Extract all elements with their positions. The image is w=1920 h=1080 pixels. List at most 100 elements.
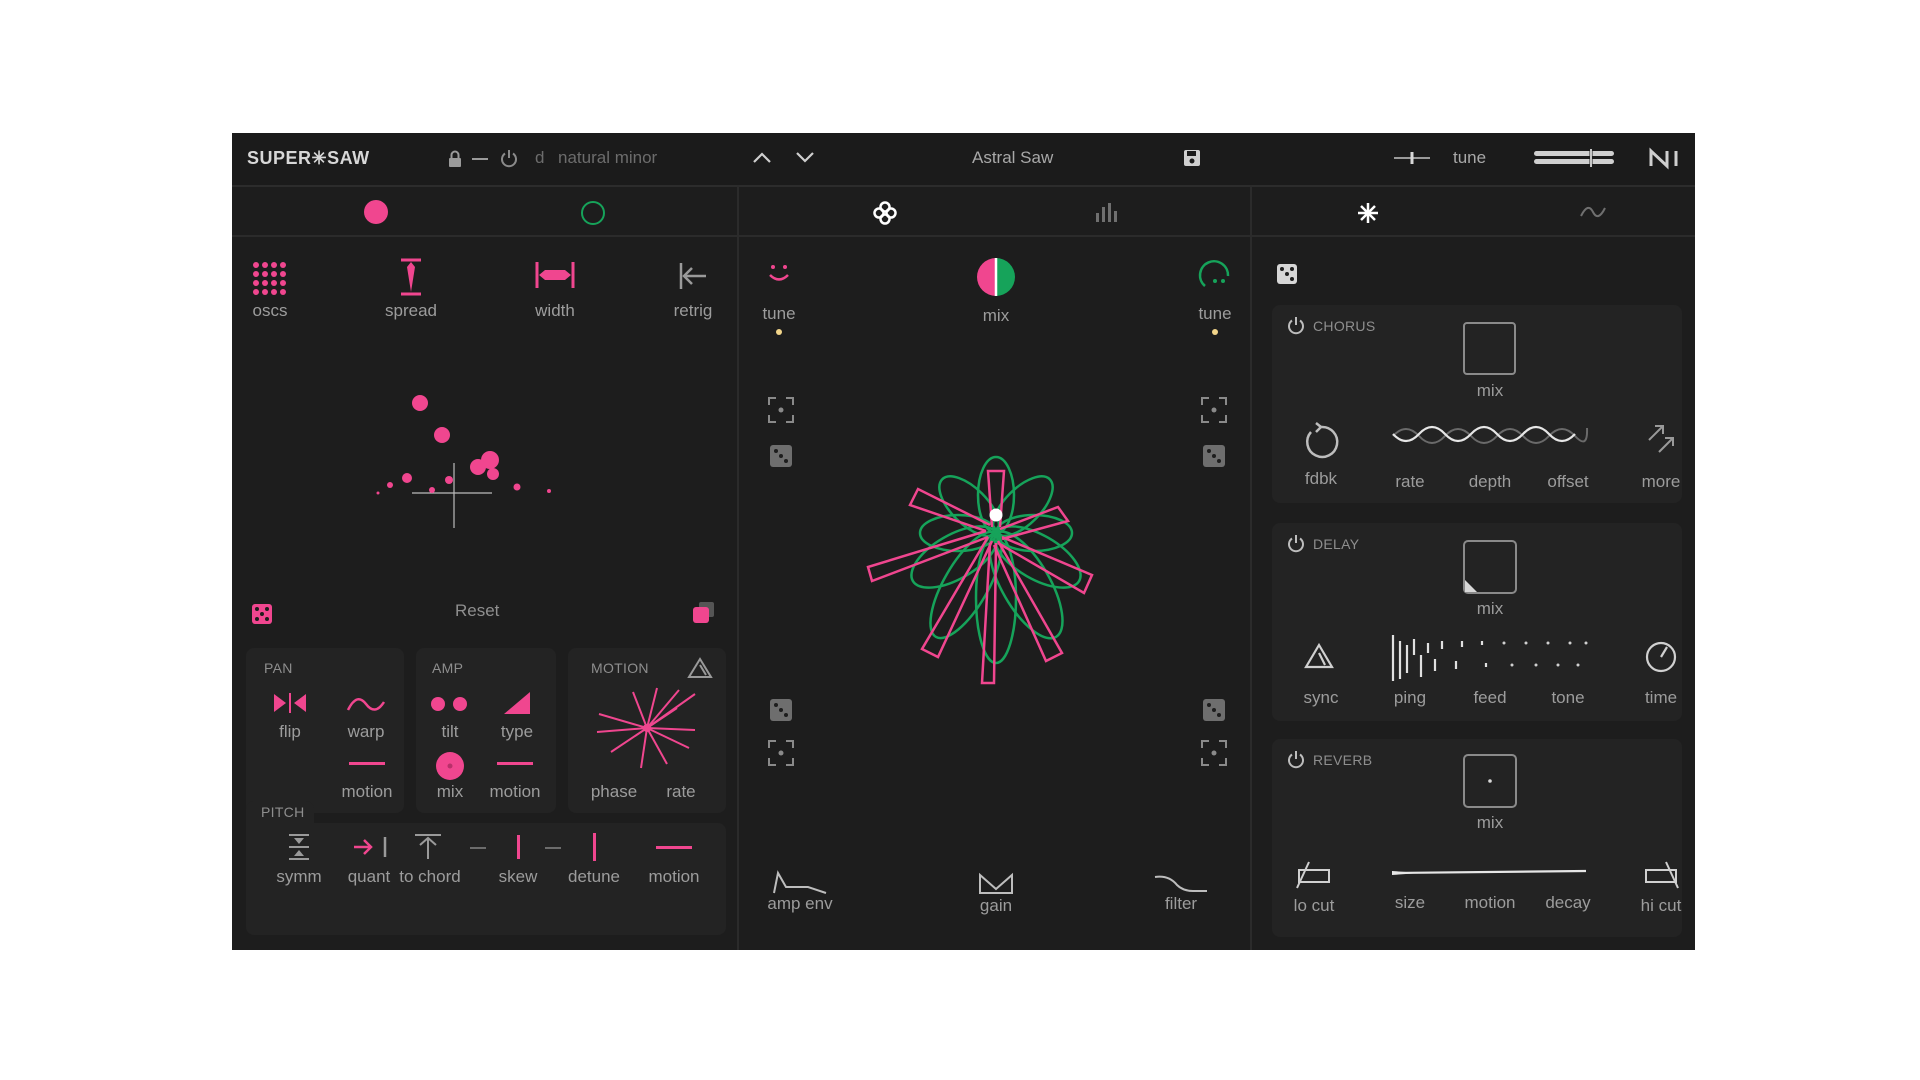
hi-cut-icon[interactable] bbox=[1642, 860, 1680, 890]
symm-icon[interactable] bbox=[286, 833, 312, 861]
sync-icon[interactable] bbox=[1304, 642, 1334, 669]
reset-button[interactable]: Reset bbox=[455, 601, 499, 621]
detune-label: detune bbox=[568, 867, 620, 886]
gain-label: gain bbox=[979, 896, 1013, 915]
tune-slider-icon[interactable] bbox=[1392, 149, 1432, 167]
lfo-wave-tab-icon[interactable] bbox=[1579, 204, 1607, 220]
chorus-wave-display[interactable] bbox=[1391, 420, 1589, 452]
bars-tab-icon[interactable] bbox=[1095, 201, 1117, 223]
sync-label: sync bbox=[1303, 688, 1339, 707]
tune-label: tune bbox=[1453, 148, 1487, 167]
amp-motion-slider[interactable] bbox=[497, 762, 533, 765]
preset-name[interactable]: Astral Saw bbox=[972, 148, 1053, 168]
reverb-size-slider[interactable] bbox=[1390, 866, 1588, 880]
filter-label: filter bbox=[1164, 894, 1198, 913]
flip-icon[interactable] bbox=[272, 691, 308, 715]
tune-left-smile-icon[interactable] bbox=[766, 260, 792, 286]
osc-mix-knob[interactable] bbox=[976, 257, 1016, 297]
warp-icon[interactable] bbox=[346, 694, 386, 714]
effects-asterisk-tab-icon[interactable] bbox=[1357, 202, 1379, 224]
osc-b-tab[interactable] bbox=[580, 200, 606, 226]
quant-icon[interactable] bbox=[352, 835, 392, 859]
oscs-grid-icon[interactable] bbox=[252, 261, 288, 297]
amp-env-icon[interactable] bbox=[772, 869, 828, 895]
tilt-icon[interactable] bbox=[429, 695, 471, 713]
warp-label: warp bbox=[347, 722, 385, 741]
key-select[interactable]: d bbox=[535, 148, 544, 168]
osc-a-tab[interactable] bbox=[363, 199, 389, 225]
preset-down-icon[interactable] bbox=[795, 150, 815, 164]
fx-dice-icon[interactable] bbox=[1276, 263, 1298, 285]
spread-icon[interactable] bbox=[395, 257, 427, 297]
focus-icon[interactable] bbox=[768, 397, 794, 423]
focus-icon[interactable] bbox=[1201, 740, 1227, 766]
time-knob-icon[interactable] bbox=[1645, 641, 1677, 673]
pitch-motion-slider[interactable] bbox=[656, 846, 692, 849]
lo-cut-label: lo cut bbox=[1293, 896, 1335, 915]
lo-cut-icon[interactable] bbox=[1295, 860, 1333, 890]
preset-up-icon[interactable] bbox=[752, 150, 772, 164]
copy-icon[interactable] bbox=[692, 601, 716, 625]
retrig-label: retrig bbox=[673, 301, 713, 320]
chorus-power-icon[interactable] bbox=[1287, 316, 1305, 335]
left-tab-row bbox=[232, 187, 737, 237]
delay-power-icon[interactable] bbox=[1287, 534, 1305, 553]
power-icon[interactable] bbox=[500, 149, 518, 168]
pan-header: PAN bbox=[264, 660, 293, 676]
dice-icon[interactable] bbox=[769, 698, 793, 722]
size-label: size bbox=[1394, 893, 1426, 912]
pan-motion-label: motion bbox=[341, 782, 393, 801]
focus-icon[interactable] bbox=[768, 740, 794, 766]
oscillator-spread-display[interactable] bbox=[376, 353, 582, 553]
retrig-icon[interactable] bbox=[678, 261, 708, 291]
fdbk-knob-icon[interactable] bbox=[1303, 422, 1339, 461]
mix-label: mix bbox=[982, 306, 1010, 325]
flower-tab-icon[interactable] bbox=[872, 200, 898, 226]
pitch-header: PITCH bbox=[261, 804, 305, 820]
skew-slider[interactable] bbox=[517, 835, 520, 859]
dice-icon[interactable] bbox=[769, 444, 793, 468]
motion-shape-icon[interactable] bbox=[687, 657, 713, 679]
tilt-label: tilt bbox=[441, 722, 459, 741]
type-icon[interactable] bbox=[502, 690, 532, 716]
tune-right-dial-icon[interactable] bbox=[1196, 259, 1234, 297]
delay-taps-display[interactable] bbox=[1390, 633, 1590, 683]
detune-slider[interactable] bbox=[593, 833, 596, 861]
focus-icon[interactable] bbox=[1201, 397, 1227, 423]
reverb-mix-knob[interactable] bbox=[1463, 754, 1517, 808]
width-icon[interactable] bbox=[534, 259, 576, 291]
waveform-flower-visualizer[interactable] bbox=[862, 413, 1152, 693]
tune-left-label: tune bbox=[762, 304, 796, 323]
pan-motion-slider[interactable] bbox=[349, 762, 385, 765]
gain-icon[interactable] bbox=[978, 872, 1014, 895]
motion-starburst-display[interactable] bbox=[596, 686, 697, 770]
right-tab-row bbox=[1252, 187, 1695, 237]
tone-label: tone bbox=[1551, 688, 1585, 707]
chorus-mix-knob[interactable] bbox=[1463, 322, 1516, 375]
dice-icon[interactable] bbox=[1202, 444, 1226, 468]
reverb-header: REVERB bbox=[1313, 752, 1373, 768]
amp-header: AMP bbox=[432, 660, 464, 676]
more-arrow-icon[interactable] bbox=[1645, 424, 1677, 456]
scale-dash-icon bbox=[472, 158, 488, 160]
randomize-dice-icon[interactable] bbox=[251, 603, 273, 625]
chorus-offset-label: offset bbox=[1547, 472, 1589, 491]
delay-mix-label: mix bbox=[1476, 599, 1504, 618]
filter-icon[interactable] bbox=[1153, 873, 1209, 893]
delay-mix-knob[interactable] bbox=[1463, 540, 1517, 594]
lock-icon[interactable] bbox=[447, 150, 463, 168]
reverb-mix-label: mix bbox=[1476, 813, 1504, 832]
master-volume-slider[interactable] bbox=[1533, 147, 1615, 169]
scale-select[interactable]: natural minor bbox=[558, 148, 657, 168]
motion-header: MOTION bbox=[591, 660, 649, 676]
amp-env-label: amp env bbox=[767, 894, 833, 913]
amp-mix-knob[interactable] bbox=[435, 751, 465, 781]
amp-mix-label: mix bbox=[436, 782, 464, 801]
reverb-motion-label: motion bbox=[1464, 893, 1516, 912]
dice-icon[interactable] bbox=[1202, 698, 1226, 722]
symm-label: symm bbox=[276, 867, 322, 886]
flip-label: flip bbox=[279, 722, 301, 741]
save-icon[interactable] bbox=[1183, 149, 1201, 167]
reverb-power-icon[interactable] bbox=[1287, 750, 1305, 769]
to-chord-icon[interactable] bbox=[413, 833, 443, 861]
